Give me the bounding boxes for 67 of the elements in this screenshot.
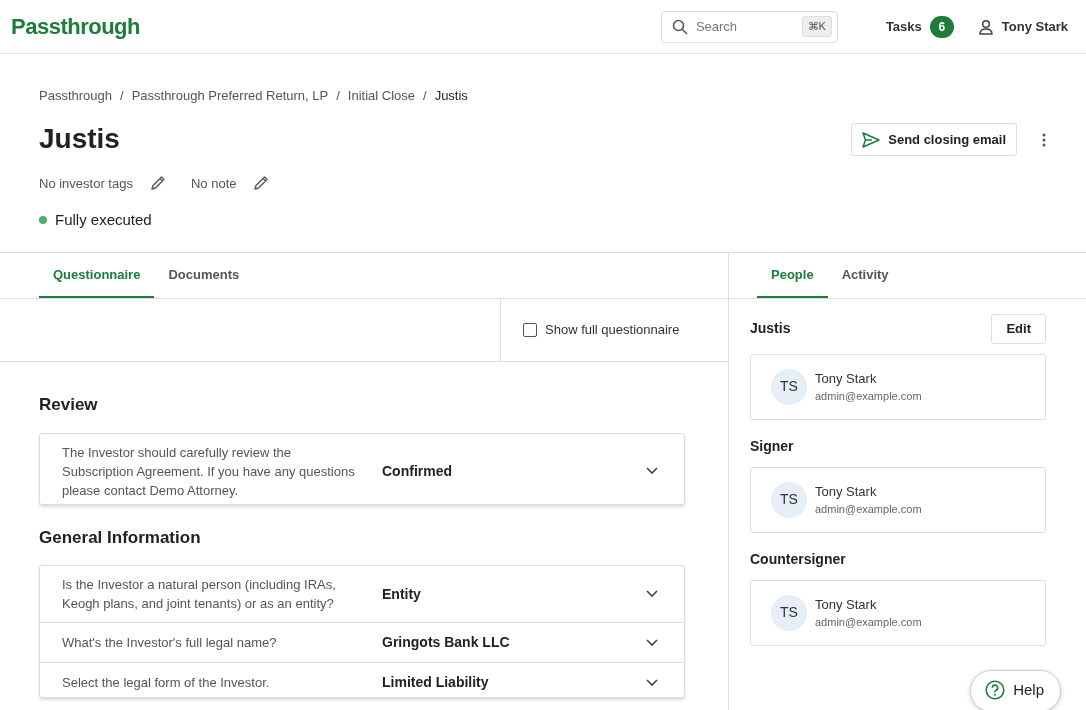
breadcrumb-separator: /	[120, 87, 124, 105]
pencil-icon	[253, 175, 270, 192]
question-row[interactable]: What's the Investor's full legal name? Gringots Bank LLC	[40, 622, 684, 662]
person-email: admin@example.com	[815, 502, 922, 517]
tab[interactable]: Activity	[827, 253, 903, 298]
person-name: Tony Stark	[815, 595, 878, 614]
group-title: Justis	[750, 319, 791, 339]
answer-text: Gringots Bank LLC	[382, 633, 511, 652]
question-row[interactable]: The Investor should carefully review the Subscription Agreement. If you have any questions please contact Demo Attorney. Confirmed	[40, 433, 684, 504]
person-name: Tony Stark	[815, 369, 878, 388]
group-title: Countersigner	[750, 549, 846, 569]
breadcrumb-current: Justis	[434, 87, 468, 105]
page-title: Justis	[39, 121, 120, 156]
tab[interactable]: Documents	[154, 253, 254, 298]
tasks-link[interactable]: Tasks	[885, 16, 922, 37]
person-email: admin@example.com	[815, 389, 922, 404]
checkbox[interactable]	[523, 323, 537, 337]
send-icon	[862, 131, 881, 148]
more-options-button[interactable]	[1041, 131, 1047, 148]
chevron-down-icon	[646, 638, 658, 647]
person-email: admin@example.com	[815, 615, 922, 630]
task-count: 6	[929, 15, 954, 38]
person-name: Tony Stark	[815, 482, 878, 501]
user-name[interactable]: Tony Stark	[1001, 16, 1068, 37]
show-full-questionnaire-checkbox[interactable]: Show full questionnaire	[523, 320, 680, 340]
question-text: The Investor should carefully review the Subscription Agreement. If you have any questions please contact Demo Attorney.	[62, 443, 356, 500]
shortcut-key: ⌘K	[801, 16, 832, 37]
help-button[interactable]: Help	[970, 669, 1061, 710]
section-title: General Information	[39, 526, 202, 549]
note-label: No note	[190, 174, 237, 193]
question-row[interactable]: Is the Investor a natural person (including IRAs, Keogh plans, and joint tenants) or as an entity? Entity	[40, 566, 684, 622]
breadcrumb-link[interactable]: Passthrough Preferred Return, LP	[131, 86, 329, 106]
edit-button[interactable]: Edit	[991, 314, 1046, 344]
user-icon	[977, 18, 994, 35]
investor-tags-label: No investor tags	[39, 174, 133, 193]
answer-text: Entity	[382, 584, 422, 604]
question-text: What's the Investor's full legal name?	[62, 634, 278, 652]
avatar-initials: TS	[771, 481, 807, 518]
avatar-initials: TS	[771, 368, 807, 405]
logo[interactable]: Passthrough	[11, 10, 140, 43]
search-placeholder: Search	[695, 17, 739, 36]
breadcrumb-separator: /	[423, 87, 427, 105]
section-title: Review	[39, 394, 99, 416]
answer-text: Limited Liability	[382, 673, 490, 692]
avatar-initials: TS	[771, 594, 807, 631]
answer-text: Confirmed	[382, 461, 453, 481]
question-row[interactable]: Select the legal form of the Investor. Limited Liability	[40, 662, 684, 697]
search-icon	[671, 18, 688, 35]
edit-note-button[interactable]	[252, 174, 271, 193]
status-text: Fully executed	[55, 210, 152, 230]
chevron-down-icon	[646, 590, 658, 598]
breadcrumb-link[interactable]: Initial Close	[347, 86, 415, 106]
pencil-icon	[149, 175, 166, 192]
chevron-down-icon	[646, 678, 658, 687]
tab[interactable]: Questionnaire	[39, 253, 155, 298]
tab[interactable]: People	[757, 253, 828, 298]
edit-tags-button[interactable]	[148, 174, 167, 193]
kebab-icon	[1042, 132, 1046, 147]
question-text: Is the Investor a natural person (including IRAs, Keogh plans, and joint tenants) or as an entity?	[62, 576, 337, 613]
breadcrumb-separator: /	[336, 87, 340, 105]
question-text: Select the legal form of the Investor.	[62, 674, 271, 692]
search-field[interactable]: Search ⌘K	[660, 10, 838, 43]
breadcrumb-link[interactable]: Passthrough	[39, 86, 112, 106]
send-closing-email-button[interactable]: Send closing email	[851, 122, 1017, 157]
group-title: Signer	[750, 436, 794, 456]
help-icon	[985, 679, 1006, 700]
chevron-down-icon	[646, 467, 658, 475]
